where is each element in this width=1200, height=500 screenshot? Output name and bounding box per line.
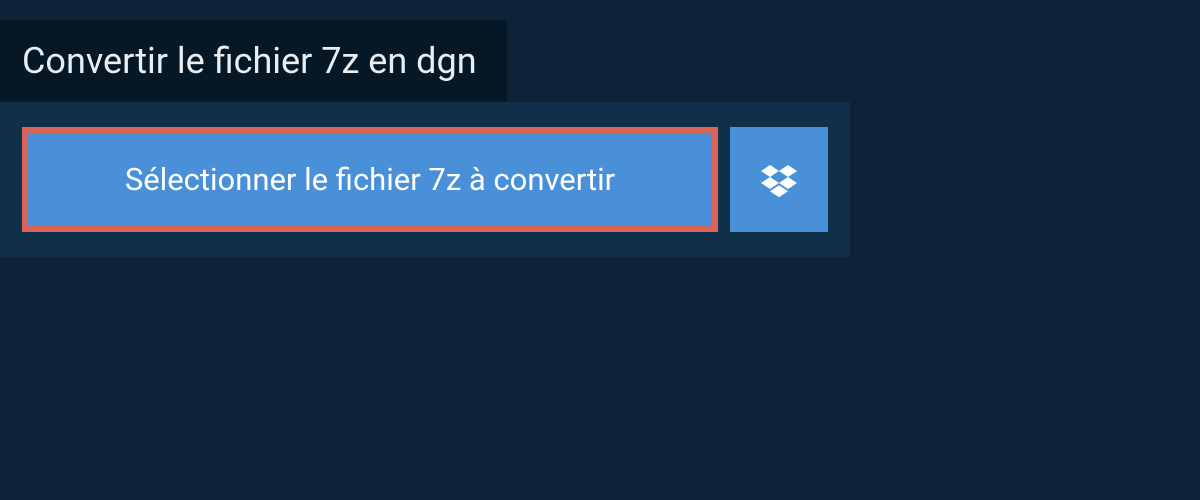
upload-panel: Sélectionner le fichier 7z à convertir: [0, 102, 850, 257]
dropbox-icon: [761, 162, 797, 198]
select-file-button-label: Sélectionner le fichier 7z à convertir: [125, 161, 615, 198]
select-file-button[interactable]: Sélectionner le fichier 7z à convertir: [22, 127, 718, 232]
page-title: Convertir le fichier 7z en dgn: [22, 40, 477, 82]
page-header-tab: Convertir le fichier 7z en dgn: [0, 20, 507, 102]
dropbox-button[interactable]: [730, 127, 828, 232]
